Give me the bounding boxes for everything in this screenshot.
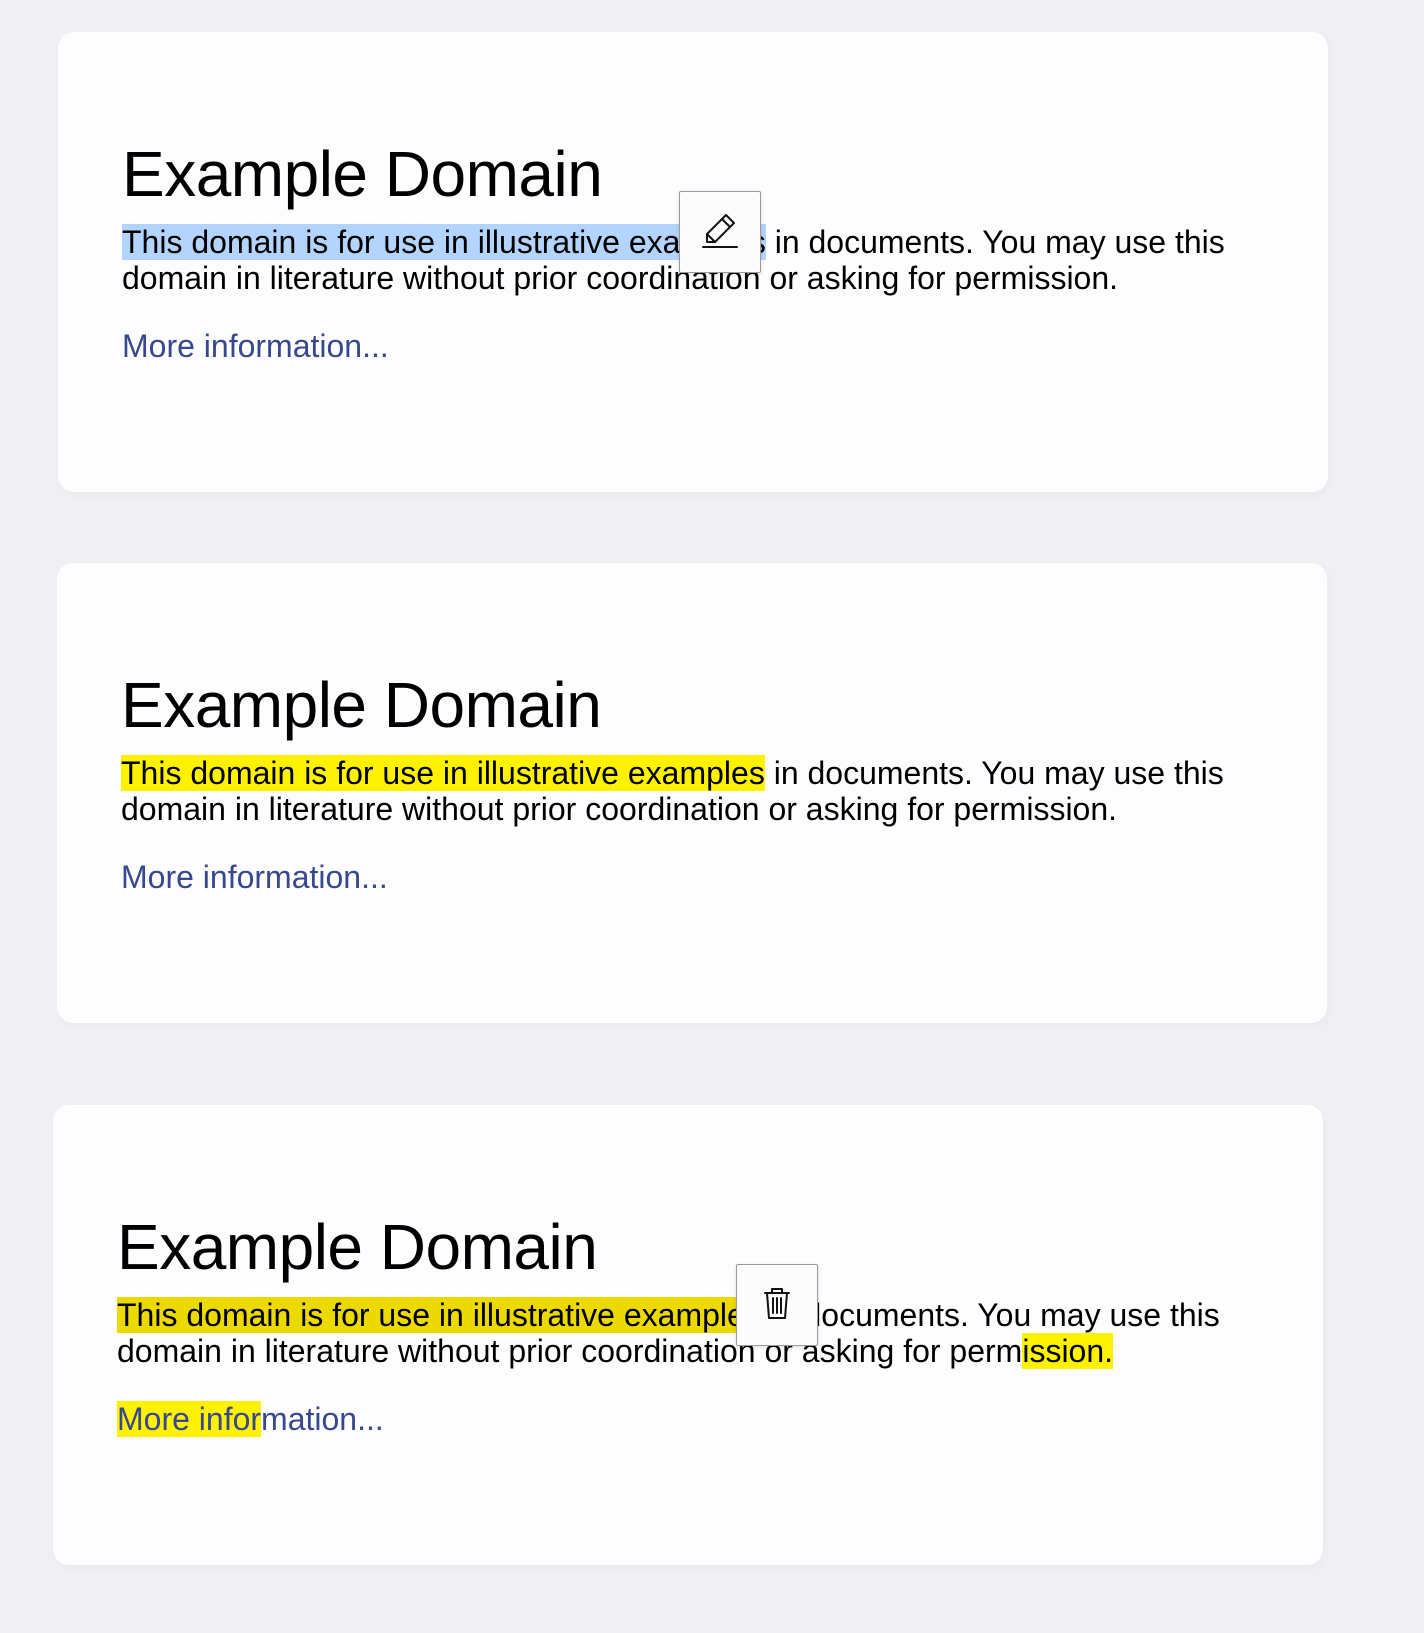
more-info-paragraph: More information...: [121, 859, 1263, 895]
selected-text[interactable]: This domain is for use in illustrative e…: [122, 224, 766, 260]
page-title: Example Domain: [121, 669, 602, 741]
description-paragraph: This domain is for use in illustrative e…: [117, 1297, 1257, 1369]
link-text: mation...: [261, 1401, 384, 1437]
paragraph-text: domain in literature without prior coord…: [117, 1333, 1023, 1369]
paragraph-text: in documents. You may use this: [765, 224, 1225, 260]
paragraph-text: in documents. You may use this: [764, 755, 1224, 791]
delete-highlight-button[interactable]: [736, 1264, 818, 1346]
paragraph-text: domain in literature without prior coord…: [121, 791, 1118, 827]
trash-icon: [757, 1283, 797, 1328]
description-paragraph: This domain is for use in illustrative e…: [121, 755, 1261, 827]
highlighted-text[interactable]: More infor: [117, 1401, 262, 1437]
more-info-paragraph: More information...: [117, 1401, 1259, 1437]
paragraph-text: in documents. You may use this: [760, 1297, 1220, 1333]
paragraph-text: domain in literature without prior coord…: [122, 260, 1119, 296]
highlighted-text[interactable]: This domain is for use in illustrative e…: [121, 755, 765, 791]
highlighted-text[interactable]: ission.: [1022, 1333, 1114, 1369]
highlighter-pen-icon: [700, 210, 740, 255]
more-information-link[interactable]: More information...: [122, 328, 389, 364]
highlight-button[interactable]: [679, 191, 761, 273]
page-title: Example Domain: [117, 1211, 598, 1283]
example-domain-card-2: Example Domain This domain is for use in…: [57, 563, 1327, 1023]
more-information-link[interactable]: More information...: [117, 1401, 384, 1437]
more-information-link[interactable]: More information...: [121, 859, 388, 895]
highlighted-text-active[interactable]: This domain is for use in illustrative e…: [117, 1297, 761, 1333]
more-info-paragraph: More information...: [122, 328, 1264, 364]
example-domain-card-3: Example Domain This domain is for use in…: [53, 1105, 1323, 1565]
